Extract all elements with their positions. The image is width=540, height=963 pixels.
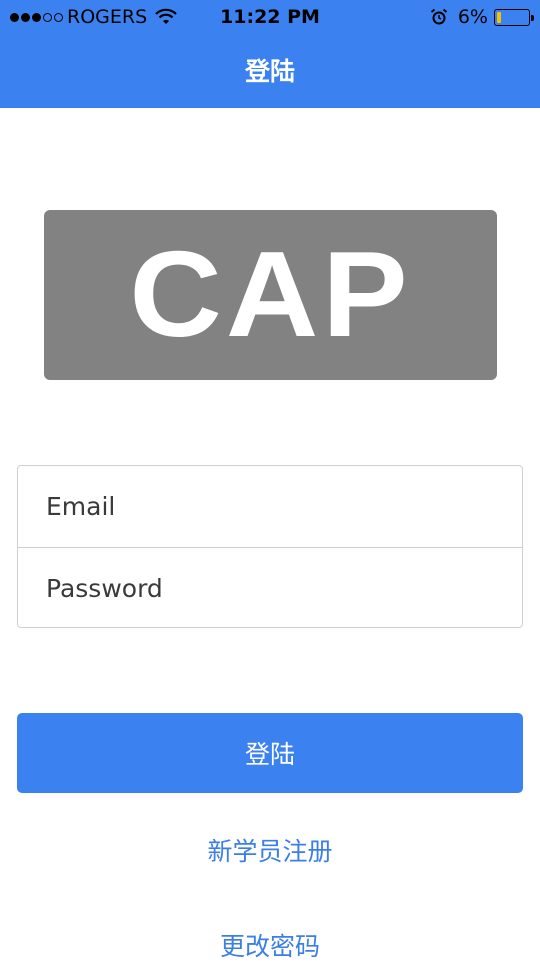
app-header: ROGERS 11:22 PM 6% 登陆: [0, 0, 540, 108]
cap-logo: CAP: [44, 210, 497, 380]
email-field-row: [18, 466, 522, 547]
page-title: 登陆: [244, 57, 295, 86]
status-right: 6%: [430, 6, 534, 28]
register-link[interactable]: 新学员注册: [0, 832, 540, 868]
password-field[interactable]: [46, 573, 486, 603]
login-form: [17, 465, 523, 628]
battery-level: [497, 11, 501, 23]
email-field[interactable]: [46, 492, 486, 521]
alarm-icon: [430, 8, 447, 25]
logo-text: CAP: [129, 226, 412, 363]
battery-tip: [531, 14, 534, 21]
login-button[interactable]: 登陆: [17, 713, 523, 793]
password-field-row: [18, 547, 522, 628]
change-password-link[interactable]: 更改密码: [0, 927, 540, 963]
battery-percent: 6%: [457, 6, 488, 28]
battery-icon: [494, 8, 534, 26]
status-bar: ROGERS 11:22 PM 6%: [0, 0, 540, 36]
